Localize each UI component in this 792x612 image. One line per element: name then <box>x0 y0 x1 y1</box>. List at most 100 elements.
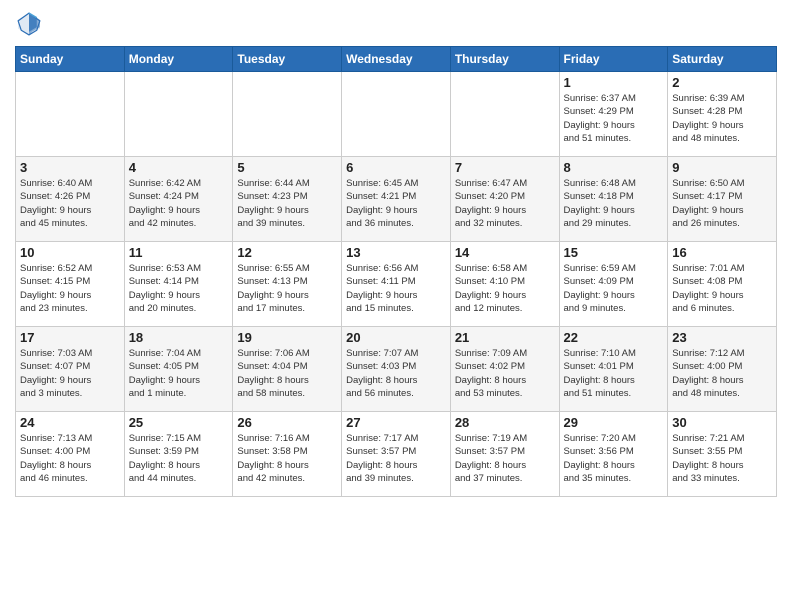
day-info: Sunrise: 7:06 AM Sunset: 4:04 PM Dayligh… <box>237 347 337 400</box>
day-info: Sunrise: 7:20 AM Sunset: 3:56 PM Dayligh… <box>564 432 664 485</box>
calendar-cell <box>233 72 342 157</box>
calendar-cell: 10 Sunrise: 6:52 AM Sunset: 4:15 PM Dayli… <box>16 242 125 327</box>
header-day-saturday: Saturday <box>668 47 777 72</box>
calendar-cell: 23Sunrise: 7:12 AM Sunset: 4:00 PM Dayli… <box>668 327 777 412</box>
calendar-table: SundayMondayTuesdayWednesdayThursdayFrid… <box>15 46 777 497</box>
calendar-cell: 12 Sunrise: 6:55 AM Sunset: 4:13 PM Dayli… <box>233 242 342 327</box>
day-info: Sunrise: 6:58 AM Sunset: 4:10 PM Dayligh… <box>455 262 555 315</box>
day-info: Sunrise: 6:37 AM Sunset: 4:29 PM Dayligh… <box>564 92 664 145</box>
header-day-sunday: Sunday <box>16 47 125 72</box>
day-info: Sunrise: 6:48 AM Sunset: 4:18 PM Dayligh… <box>564 177 664 230</box>
calendar-cell: 27 Sunrise: 7:17 AM Sunset: 3:57 PM Dayli… <box>342 412 451 497</box>
day-number: 7 <box>455 160 555 175</box>
header <box>15 10 777 38</box>
day-info: Sunrise: 6:56 AM Sunset: 4:11 PM Dayligh… <box>346 262 446 315</box>
day-info: Sunrise: 6:44 AM Sunset: 4:23 PM Dayligh… <box>237 177 337 230</box>
day-info: Sunrise: 7:03 AM Sunset: 4:07 PM Dayligh… <box>20 347 120 400</box>
calendar-cell: 18 Sunrise: 7:04 AM Sunset: 4:05 PM Dayli… <box>124 327 233 412</box>
day-number: 4 <box>129 160 229 175</box>
day-number: 13 <box>346 245 446 260</box>
day-number: 19 <box>237 330 337 345</box>
calendar-cell: 29 Sunrise: 7:20 AM Sunset: 3:56 PM Dayli… <box>559 412 668 497</box>
calendar-cell: 17Sunrise: 7:03 AM Sunset: 4:07 PM Dayli… <box>16 327 125 412</box>
calendar-cell: 24 Sunrise: 7:13 AM Sunset: 4:00 PM Dayli… <box>16 412 125 497</box>
day-number: 30 <box>672 415 772 430</box>
header-day-friday: Friday <box>559 47 668 72</box>
header-day-tuesday: Tuesday <box>233 47 342 72</box>
calendar-cell: 15 Sunrise: 6:59 AM Sunset: 4:09 PM Dayli… <box>559 242 668 327</box>
day-info: Sunrise: 6:40 AM Sunset: 4:26 PM Dayligh… <box>20 177 120 230</box>
logo <box>15 10 47 38</box>
calendar-header: SundayMondayTuesdayWednesdayThursdayFrid… <box>16 47 777 72</box>
calendar-cell: 26 Sunrise: 7:16 AM Sunset: 3:58 PM Dayli… <box>233 412 342 497</box>
calendar-cell: 25 Sunrise: 7:15 AM Sunset: 3:59 PM Dayli… <box>124 412 233 497</box>
day-info: Sunrise: 7:13 AM Sunset: 4:00 PM Dayligh… <box>20 432 120 485</box>
calendar-cell: 30Sunrise: 7:21 AM Sunset: 3:55 PM Dayli… <box>668 412 777 497</box>
day-info: Sunrise: 7:19 AM Sunset: 3:57 PM Dayligh… <box>455 432 555 485</box>
day-info: Sunrise: 7:09 AM Sunset: 4:02 PM Dayligh… <box>455 347 555 400</box>
calendar-cell: 19 Sunrise: 7:06 AM Sunset: 4:04 PM Dayli… <box>233 327 342 412</box>
day-number: 22 <box>564 330 664 345</box>
calendar-cell: 2 Sunrise: 6:39 AM Sunset: 4:28 PM Daylig… <box>668 72 777 157</box>
day-number: 5 <box>237 160 337 175</box>
day-number: 15 <box>564 245 664 260</box>
calendar-cell <box>16 72 125 157</box>
day-number: 20 <box>346 330 446 345</box>
day-info: Sunrise: 6:59 AM Sunset: 4:09 PM Dayligh… <box>564 262 664 315</box>
day-number: 16 <box>672 245 772 260</box>
day-number: 6 <box>346 160 446 175</box>
day-number: 9 <box>672 160 772 175</box>
header-day-monday: Monday <box>124 47 233 72</box>
day-number: 18 <box>129 330 229 345</box>
calendar-cell: 21 Sunrise: 7:09 AM Sunset: 4:02 PM Dayli… <box>450 327 559 412</box>
calendar-cell: 8 Sunrise: 6:48 AM Sunset: 4:18 PM Daylig… <box>559 157 668 242</box>
calendar-cell: 9 Sunrise: 6:50 AM Sunset: 4:17 PM Daylig… <box>668 157 777 242</box>
day-info: Sunrise: 7:04 AM Sunset: 4:05 PM Dayligh… <box>129 347 229 400</box>
calendar-week-4: 24 Sunrise: 7:13 AM Sunset: 4:00 PM Dayli… <box>16 412 777 497</box>
day-number: 26 <box>237 415 337 430</box>
calendar-cell: 14 Sunrise: 6:58 AM Sunset: 4:10 PM Dayli… <box>450 242 559 327</box>
calendar-cell: 7 Sunrise: 6:47 AM Sunset: 4:20 PM Daylig… <box>450 157 559 242</box>
calendar-cell: 3 Sunrise: 6:40 AM Sunset: 4:26 PM Daylig… <box>16 157 125 242</box>
calendar-cell <box>342 72 451 157</box>
day-number: 3 <box>20 160 120 175</box>
day-info: Sunrise: 7:15 AM Sunset: 3:59 PM Dayligh… <box>129 432 229 485</box>
day-number: 29 <box>564 415 664 430</box>
day-number: 27 <box>346 415 446 430</box>
header-day-thursday: Thursday <box>450 47 559 72</box>
day-number: 12 <box>237 245 337 260</box>
calendar-cell: 6 Sunrise: 6:45 AM Sunset: 4:21 PM Daylig… <box>342 157 451 242</box>
day-number: 10 <box>20 245 120 260</box>
calendar-cell <box>450 72 559 157</box>
day-info: Sunrise: 6:55 AM Sunset: 4:13 PM Dayligh… <box>237 262 337 315</box>
day-number: 8 <box>564 160 664 175</box>
day-info: Sunrise: 7:07 AM Sunset: 4:03 PM Dayligh… <box>346 347 446 400</box>
day-info: Sunrise: 6:39 AM Sunset: 4:28 PM Dayligh… <box>672 92 772 145</box>
day-info: Sunrise: 6:50 AM Sunset: 4:17 PM Dayligh… <box>672 177 772 230</box>
calendar-cell: 11 Sunrise: 6:53 AM Sunset: 4:14 PM Dayli… <box>124 242 233 327</box>
day-info: Sunrise: 7:12 AM Sunset: 4:00 PM Dayligh… <box>672 347 772 400</box>
day-number: 28 <box>455 415 555 430</box>
day-info: Sunrise: 6:53 AM Sunset: 4:14 PM Dayligh… <box>129 262 229 315</box>
day-info: Sunrise: 7:01 AM Sunset: 4:08 PM Dayligh… <box>672 262 772 315</box>
day-number: 2 <box>672 75 772 90</box>
day-info: Sunrise: 6:52 AM Sunset: 4:15 PM Dayligh… <box>20 262 120 315</box>
day-info: Sunrise: 6:47 AM Sunset: 4:20 PM Dayligh… <box>455 177 555 230</box>
header-row: SundayMondayTuesdayWednesdayThursdayFrid… <box>16 47 777 72</box>
day-number: 25 <box>129 415 229 430</box>
day-info: Sunrise: 6:45 AM Sunset: 4:21 PM Dayligh… <box>346 177 446 230</box>
calendar-cell: 1Sunrise: 6:37 AM Sunset: 4:29 PM Daylig… <box>559 72 668 157</box>
day-number: 11 <box>129 245 229 260</box>
day-number: 24 <box>20 415 120 430</box>
logo-icon <box>15 10 43 38</box>
day-info: Sunrise: 7:17 AM Sunset: 3:57 PM Dayligh… <box>346 432 446 485</box>
day-number: 21 <box>455 330 555 345</box>
calendar-cell: 20 Sunrise: 7:07 AM Sunset: 4:03 PM Dayli… <box>342 327 451 412</box>
calendar-cell: 16 Sunrise: 7:01 AM Sunset: 4:08 PM Dayli… <box>668 242 777 327</box>
calendar-cell <box>124 72 233 157</box>
calendar-cell: 4Sunrise: 6:42 AM Sunset: 4:24 PM Daylig… <box>124 157 233 242</box>
calendar-cell: 28 Sunrise: 7:19 AM Sunset: 3:57 PM Dayli… <box>450 412 559 497</box>
day-info: Sunrise: 7:16 AM Sunset: 3:58 PM Dayligh… <box>237 432 337 485</box>
calendar-week-2: 10 Sunrise: 6:52 AM Sunset: 4:15 PM Dayli… <box>16 242 777 327</box>
day-number: 14 <box>455 245 555 260</box>
